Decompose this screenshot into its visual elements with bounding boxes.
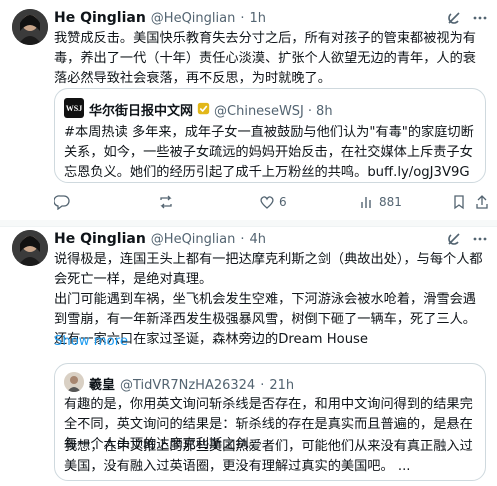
tweet-text-paragraph-1: 说得极是，连国王头上都有一把达摩克利斯之剑（典故出处），与每个人都会死亡一样，是…	[54, 252, 483, 287]
dot-separator: ·	[240, 11, 245, 26]
like-icon	[260, 196, 274, 209]
quote-handle: @ChineseWSJ	[214, 104, 304, 119]
quote-time: 8h	[316, 104, 333, 119]
author-avatar[interactable]	[12, 230, 48, 266]
avatar-image	[12, 230, 48, 266]
author-name[interactable]: He Qinglian	[54, 10, 146, 26]
reply-icon	[54, 195, 70, 210]
author-avatar[interactable]	[12, 9, 48, 45]
like-count: 6	[279, 195, 287, 209]
more-icon[interactable]	[472, 10, 488, 26]
repost-icon	[160, 195, 172, 209]
reply-button[interactable]	[54, 194, 70, 210]
quote-text-block: #本周热读 多年来，成年子女一直被鼓励与他们认为"有毒"的家庭切断关系，如今，一…	[64, 123, 478, 183]
more-icon[interactable]	[472, 231, 488, 247]
quote-text-paragraph-2: 我想，在中文推上的那些美国热爱者们，可能他们从来没有真正融入过美国，没有融入过英…	[64, 439, 473, 474]
grok-icon[interactable]	[446, 231, 462, 247]
quote-link[interactable]: buff.ly/ogJ3V9G	[367, 165, 469, 180]
quote-author-name: 羲皇	[89, 378, 116, 393]
dot-separator: ·	[307, 104, 313, 119]
bookmark-icon	[454, 195, 464, 210]
repost-button[interactable]	[158, 194, 174, 210]
tweet-time[interactable]: 1h	[249, 11, 266, 26]
tweet-time[interactable]: 4h	[249, 232, 266, 247]
author-handle[interactable]: @HeQinglian	[151, 232, 236, 247]
avatar-image	[12, 9, 48, 45]
quote-author-name: 华尔街日报中文网	[89, 104, 194, 119]
tweet-text: 我赞成反击。美国快乐教育失去分寸之后，所有对孩子的管束都被视为有毒，养出了一代（…	[54, 31, 476, 86]
tweet-2[interactable]: He Qinglian @HeQinglian · 4h 说得极是，连国王头上都…	[0, 227, 497, 486]
like-button[interactable]: 6	[259, 194, 287, 210]
quote-avatar	[64, 372, 84, 392]
quoted-tweet[interactable]: 羲皇 @TidVR7NzHA26324 · 21h 有趣的是，你用英文询问斩杀线…	[54, 363, 486, 481]
dream-house-text: Dream House	[278, 332, 369, 347]
quoted-tweet[interactable]: WSJ 华尔街日报中文网 @ChineseWSJ · 8h #本周热读 多年来，…	[54, 88, 486, 183]
tweet-1[interactable]: He Qinglian @HeQinglian · 1h 我赞成反击。美国快乐教…	[0, 0, 497, 220]
view-count: 881	[379, 195, 402, 209]
verified-badge-icon	[197, 100, 210, 115]
author-handle[interactable]: @HeQinglian	[151, 11, 236, 26]
dot-separator: ·	[260, 378, 265, 393]
views-button[interactable]: 881	[359, 194, 402, 210]
views-icon	[361, 197, 371, 208]
show-more-link[interactable]: Show more	[54, 333, 128, 351]
wsj-logo: WSJ	[64, 98, 84, 118]
share-icon	[476, 195, 488, 209]
bookmark-button[interactable]	[451, 194, 467, 210]
quote-time: 21h	[269, 378, 295, 393]
grok-icon[interactable]	[446, 10, 462, 26]
dot-separator: ·	[240, 232, 245, 247]
author-name[interactable]: He Qinglian	[54, 231, 146, 247]
share-button[interactable]	[474, 194, 490, 210]
quote-handle: @TidVR7NzHA26324	[120, 378, 256, 393]
